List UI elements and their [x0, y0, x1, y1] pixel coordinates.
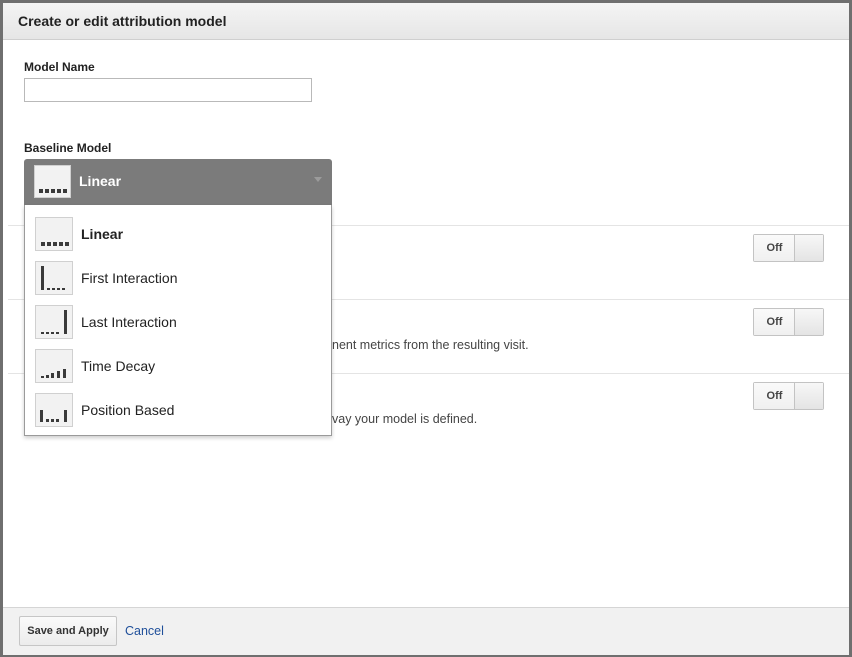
- setting-description-3: vay your model is defined.: [332, 412, 478, 426]
- model-name-label: Model Name: [24, 60, 95, 74]
- attribution-model-dialog: Create or edit attribution model Model N…: [0, 0, 852, 657]
- linear-model-icon: [35, 217, 73, 251]
- option-first-interaction[interactable]: First Interaction: [25, 255, 331, 299]
- dialog-title: Create or edit attribution model: [18, 13, 227, 29]
- baseline-selected-value: Linear: [79, 173, 122, 189]
- baseline-model-dropdown: Linear First Interaction Last Interactio…: [24, 205, 332, 436]
- option-label: Last Interaction: [81, 314, 177, 330]
- time-decay-model-icon: [35, 349, 73, 383]
- cancel-link[interactable]: Cancel: [125, 624, 164, 638]
- first-interaction-model-icon: [35, 261, 73, 295]
- last-interaction-model-icon: [35, 305, 73, 339]
- option-linear[interactable]: Linear: [25, 211, 331, 255]
- setting-toggle-1[interactable]: Off: [753, 234, 824, 262]
- toggle-off-label: Off: [754, 383, 795, 409]
- setting-toggle-2[interactable]: Off: [753, 308, 824, 336]
- toggle-knob: [794, 383, 823, 409]
- option-label: Linear: [81, 226, 124, 242]
- setting-description-2: nent metrics from the resulting visit.: [332, 338, 529, 352]
- toggle-knob: [794, 309, 823, 335]
- option-label: First Interaction: [81, 270, 178, 286]
- setting-toggle-3[interactable]: Off: [753, 382, 824, 410]
- toggle-off-label: Off: [754, 235, 795, 261]
- linear-model-icon: [34, 165, 71, 198]
- option-label: Position Based: [81, 402, 175, 418]
- option-position-based[interactable]: Position Based: [25, 387, 331, 431]
- dialog-header: Create or edit attribution model: [3, 3, 849, 40]
- position-based-model-icon: [35, 393, 73, 427]
- baseline-model-label: Baseline Model: [24, 141, 112, 155]
- option-last-interaction[interactable]: Last Interaction: [25, 299, 331, 343]
- toggle-off-label: Off: [754, 309, 795, 335]
- option-time-decay[interactable]: Time Decay: [25, 343, 331, 387]
- option-label: Time Decay: [81, 358, 156, 374]
- toggle-knob: [794, 235, 823, 261]
- save-and-apply-button[interactable]: Save and Apply: [19, 616, 117, 646]
- baseline-model-select[interactable]: Linear: [24, 159, 332, 205]
- dialog-footer: Save and Apply Cancel: [3, 607, 849, 655]
- model-name-input[interactable]: [24, 78, 312, 102]
- chevron-down-icon: [314, 177, 322, 182]
